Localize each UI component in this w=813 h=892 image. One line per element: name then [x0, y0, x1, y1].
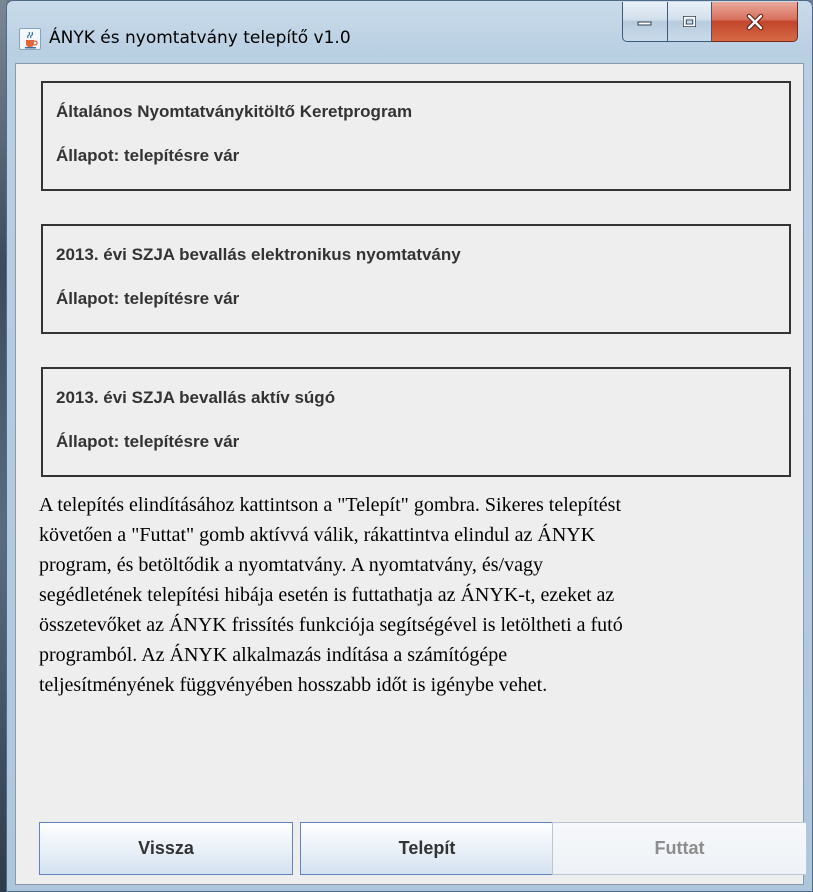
component-name: 2013. évi SZJA bevallás elektronikus nyo…: [56, 245, 461, 264]
component-status: Állapot: telepítésre vár: [56, 289, 240, 308]
component-panel: 2013. évi SZJA bevallás elektronikus nyo…: [41, 224, 791, 334]
window-title: ÁNYK és nyomtatvány telepítő v1.0: [49, 28, 351, 48]
java-cup-icon: [19, 28, 41, 50]
back-button[interactable]: Vissza: [39, 822, 293, 875]
client-area: Általános Nyomtatványkitöltő Keretprogra…: [15, 63, 807, 885]
maximize-button[interactable]: [668, 2, 712, 42]
title-bar[interactable]: ÁNYK és nyomtatvány telepítő v1.0: [7, 1, 812, 61]
component-status: Állapot: telepítésre vár: [56, 432, 240, 451]
installer-window: ÁNYK és nyomtatvány telepítő v1.0 Általá…: [6, 0, 813, 892]
run-button[interactable]: Futtat: [552, 822, 807, 875]
component-status: Állapot: telepítésre vár: [56, 146, 240, 165]
description-line: összetevőket az ÁNYK frissítés funkciója…: [39, 614, 623, 636]
component-name: 2013. évi SZJA bevallás aktív súgó: [56, 388, 336, 407]
component-name: Általános Nyomtatványkitöltő Keretprogra…: [56, 102, 413, 121]
close-icon: [746, 13, 763, 30]
minimize-button[interactable]: [622, 2, 668, 42]
description-line: program, és betöltődik a nyomtatvány. A …: [39, 554, 543, 576]
description-line: programból. Az ÁNYK alkalmazás indítása …: [39, 644, 508, 666]
install-button[interactable]: Telepít: [300, 822, 554, 875]
close-button[interactable]: [712, 2, 798, 42]
caption-buttons: [622, 2, 798, 42]
description-line: teljesítményének függvényében hosszabb i…: [39, 674, 548, 696]
description-line: követően a "Futtat" gomb aktívvá válik, …: [39, 524, 596, 546]
button-bar: Vissza Telepít Futtat: [39, 822, 807, 875]
installation-description: A telepítés elindításához kattintson a "…: [39, 490, 799, 700]
component-panel: 2013. évi SZJA bevallás aktív súgó Állap…: [41, 367, 791, 477]
description-line: A telepítés elindításához kattintson a "…: [39, 494, 622, 516]
description-line: segédletének telepítési hibája esetén is…: [39, 584, 615, 606]
maximize-icon: [682, 15, 696, 27]
minimize-icon: [637, 21, 652, 25]
component-panel: Általános Nyomtatványkitöltő Keretprogra…: [41, 81, 791, 191]
